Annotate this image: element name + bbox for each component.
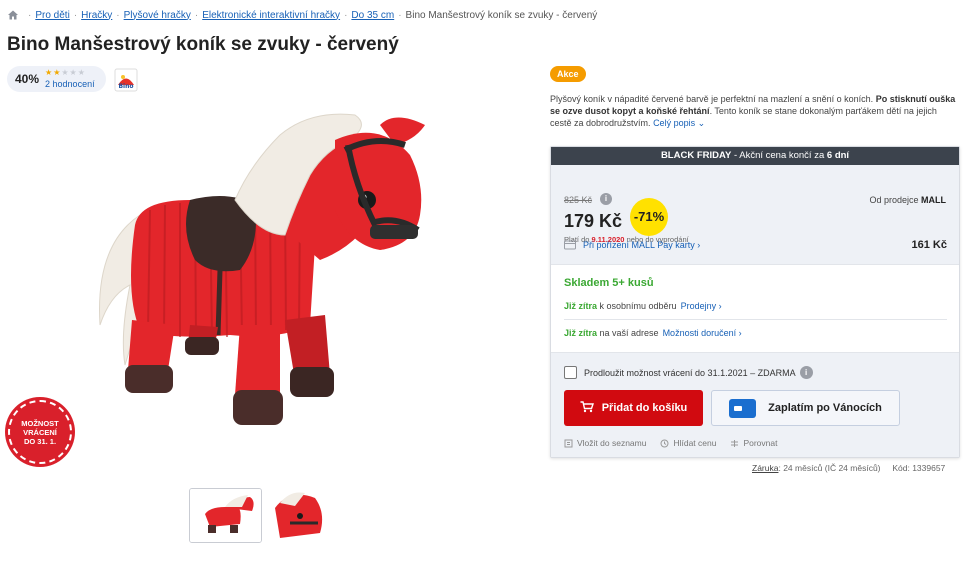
- breadcrumb-separator: ·: [28, 9, 32, 21]
- cart-icon: [580, 400, 594, 416]
- star-rating: ★ ★ ★ ★ ★: [45, 69, 95, 77]
- mallpay-price: 161 Kč: [911, 239, 947, 251]
- seller-info: Od prodejce MALL: [869, 195, 946, 205]
- brand-logo[interactable]: Bino: [114, 68, 138, 92]
- full-description-link[interactable]: Celý popis ⌄: [653, 118, 705, 128]
- delivery-text: k osobnímu odběru: [597, 301, 677, 311]
- thumbnail-strip: [189, 488, 326, 543]
- mallpay-link[interactable]: Při pořízení MALL Pay karty ›: [583, 240, 912, 250]
- add-to-wishlist-button[interactable]: Vložit do seznamu: [564, 438, 646, 448]
- return-badge: MOŽNOST VRÁCENÍ DO 31. 1.: [8, 400, 72, 464]
- payment-card-icon: [729, 398, 757, 418]
- banner-title: BLACK FRIDAY: [660, 150, 732, 161]
- card-icon: [564, 240, 576, 250]
- compare-button[interactable]: Porovnat: [730, 438, 777, 448]
- buy-box: BLACK FRIDAY - Akční cena končí za 6 dní…: [550, 146, 960, 458]
- add-to-wishlist-label: Vložit do seznamu: [577, 438, 647, 448]
- compare-label: Porovnat: [743, 438, 778, 448]
- breadcrumb-separator: ·: [194, 9, 199, 21]
- rating-percent: 40%: [15, 72, 40, 86]
- discount-badge: -71%: [630, 198, 668, 236]
- return-badge-line: DO 31. 1.: [23, 436, 57, 446]
- watch-price-button[interactable]: Hlídat cenu: [660, 438, 716, 448]
- seller-prefix: Od prodejce: [869, 195, 921, 205]
- product-meta: Záruka: 24 měsíců (IČ 24 měsíců) Kód: 13…: [752, 463, 945, 473]
- compare-icon: [731, 439, 739, 447]
- secondary-actions: Vložit do seznamu Hlídat cenu Porovnat: [564, 438, 777, 448]
- star-icon-filled: ★: [45, 68, 53, 77]
- description-text: Plyšový koník v nápadité červené barvě j…: [550, 94, 876, 104]
- breadcrumb: · Pro děti · Hračky · Plyšové hračky · E…: [7, 8, 597, 22]
- mallpay-offer: Při pořízení MALL Pay karty › 161 Kč: [564, 239, 947, 251]
- product-description: Plyšový koník v nápadité červené barvě j…: [550, 93, 960, 129]
- delivery-day: Již zítra: [564, 301, 598, 311]
- extend-return-label: Prodloužit možnost vrácení do 31.1.2021 …: [584, 367, 796, 378]
- product-code-label: Kód:: [892, 463, 913, 473]
- extend-return-checkbox[interactable]: [564, 366, 577, 379]
- brand-logo-text: Bino: [118, 83, 133, 90]
- black-friday-banner: BLACK FRIDAY - Akční cena končí za 6 dní: [551, 147, 959, 165]
- product-code: 1339657: [912, 463, 946, 473]
- page-title: Bino Manšestrový koník se zvuky - červen…: [7, 34, 399, 55]
- banner-days: 6 dní: [826, 150, 850, 161]
- pay-after-christmas-button[interactable]: Zaplatím po Vánocích: [711, 390, 900, 426]
- breadcrumb-item-do-35cm[interactable]: Do 35 cm: [351, 10, 394, 21]
- mallpay-label: Při pořízení MALL Pay karty: [583, 240, 695, 250]
- promo-badge: Akce: [550, 66, 586, 82]
- availability-section: Skladem 5+ kusů Již zítra k osobnímu odb…: [551, 265, 959, 352]
- seller-name: MALL: [921, 195, 946, 205]
- delivery-day: Již zítra: [564, 328, 598, 338]
- breadcrumb-separator: ·: [73, 9, 78, 21]
- current-price: 179 Kč: [564, 211, 623, 231]
- warranty-value: : 24 měsíců (IČ 24 měsíců): [778, 463, 881, 473]
- delivery-pickup: Již zítra k osobnímu odběru Prodejny ›: [564, 301, 722, 311]
- pay-after-christmas-label: Zaplatím po Vánocích: [768, 402, 882, 414]
- breadcrumb-separator: ·: [116, 9, 120, 21]
- breadcrumb-item-elektronicke[interactable]: Elektronické interaktivní hračky: [202, 10, 340, 21]
- breadcrumb-current: Bino Manšestrový koník se zvuky - červen…: [405, 9, 598, 21]
- star-icon-filled: ★: [53, 68, 61, 77]
- star-icon-empty: ★: [77, 68, 85, 77]
- divider: [564, 319, 947, 320]
- star-icon-empty: ★: [69, 68, 77, 77]
- chevron-down-icon: ⌄: [697, 118, 706, 128]
- delivery-home: Již zítra na vaší adrese Možnosti doručen…: [564, 328, 742, 338]
- breadcrumb-item-pro-deti[interactable]: Pro děti: [35, 10, 69, 21]
- list-icon: [564, 439, 573, 447]
- product-main-image[interactable]: [80, 95, 440, 475]
- thumbnail-2[interactable]: [270, 488, 326, 543]
- old-price: 825 Kč: [564, 195, 593, 205]
- rating-summary[interactable]: 40% ★ ★ ★ ★ ★ 2 hodnocení: [7, 66, 106, 92]
- add-to-cart-button[interactable]: Přidat do košíku: [564, 390, 703, 426]
- full-description-label: Celý popis: [653, 118, 696, 128]
- home-icon[interactable]: [7, 9, 19, 21]
- stores-link[interactable]: Prodejny ›: [681, 301, 722, 311]
- clock-icon: [660, 439, 669, 447]
- reviews-link[interactable]: 2 hodnocení: [45, 79, 95, 89]
- warranty-link[interactable]: Záruka: [752, 463, 778, 473]
- breadcrumb-item-hracky[interactable]: Hračky: [81, 10, 112, 21]
- breadcrumb-separator: ·: [344, 9, 348, 21]
- stores-link-label: Prodejny: [680, 301, 717, 311]
- return-badge-line: VRÁCENÍ: [23, 427, 57, 437]
- banner-text: - Akční cena končí za: [731, 150, 827, 161]
- add-to-cart-label: Přidat do košíku: [601, 402, 688, 414]
- return-badge-line: MOŽNOST: [21, 418, 59, 428]
- purchase-actions: Prodloužit možnost vrácení do 31.1.2021 …: [551, 352, 959, 457]
- stock-status: Skladem 5+ kusů: [564, 277, 654, 289]
- breadcrumb-separator: ·: [398, 9, 402, 21]
- watch-price-label: Hlídat cenu: [673, 438, 717, 448]
- delivery-options-label: Možnosti doručení: [662, 328, 737, 338]
- breadcrumb-item-plysove-hracky[interactable]: Plyšové hračky: [124, 10, 191, 21]
- extend-return-option[interactable]: Prodloužit možnost vrácení do 31.1.2021 …: [564, 366, 813, 379]
- thumbnail-1[interactable]: [189, 488, 262, 543]
- star-icon-empty: ★: [61, 68, 69, 77]
- delivery-text: na vaší adrese: [597, 328, 659, 338]
- info-icon[interactable]: i: [799, 366, 813, 379]
- delivery-options-link[interactable]: Možnosti doručení ›: [663, 328, 742, 338]
- info-icon[interactable]: i: [600, 193, 612, 205]
